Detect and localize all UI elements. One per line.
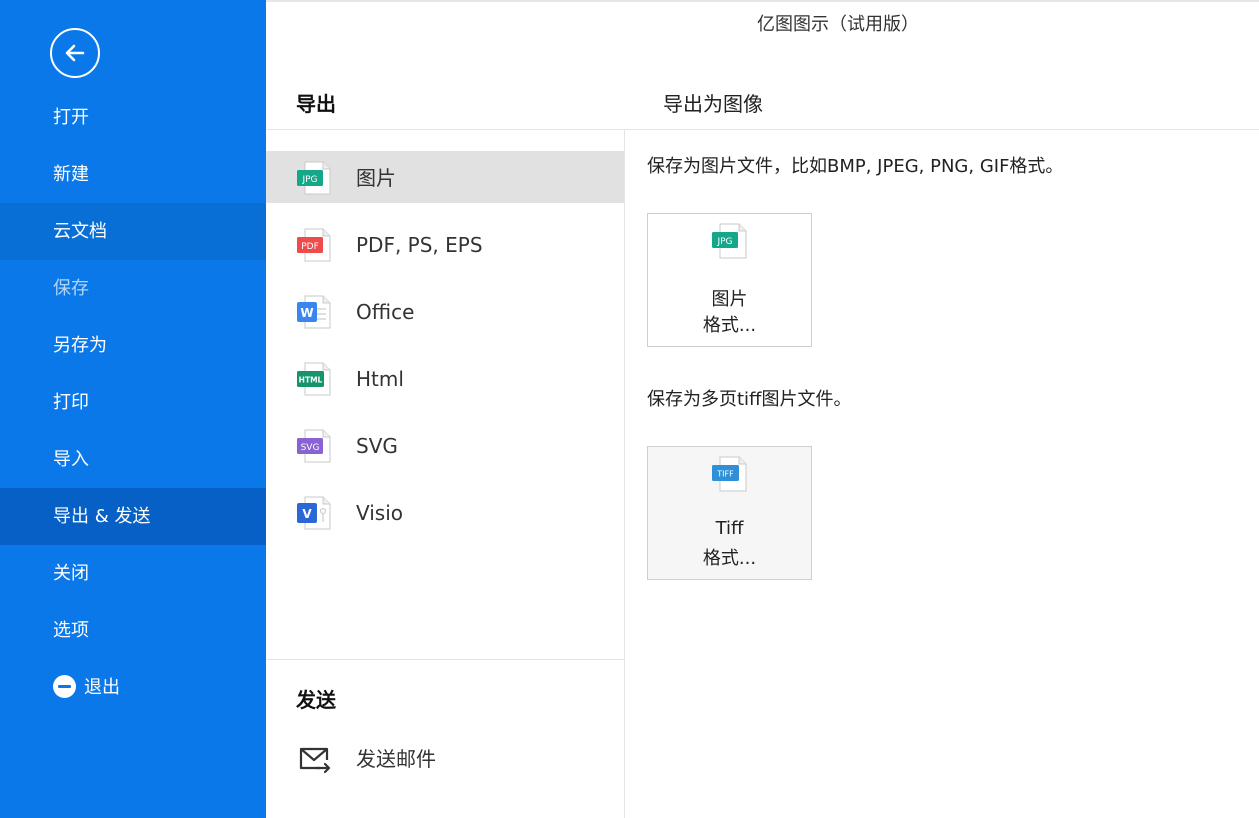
visio-badge: V xyxy=(302,507,312,521)
jpg-badge: JPG xyxy=(716,237,732,247)
tiff-format-button[interactable]: TIFF Tiff 格式... xyxy=(647,446,812,580)
html-file-icon: HTML xyxy=(297,362,331,396)
card-title: Tiff xyxy=(715,518,744,539)
pdf-badge: PDF xyxy=(301,242,319,252)
sidebar-item-save-as[interactable]: 另存为 xyxy=(0,317,266,374)
panel-title: 导出为图像 xyxy=(663,92,763,116)
send-section-title: 发送 xyxy=(296,688,336,712)
format-item-visio[interactable]: V Visio xyxy=(266,486,624,538)
jpg-file-icon: JPG xyxy=(297,161,331,195)
sidebar-item-label: 打开 xyxy=(53,107,89,128)
sidebar-item-print[interactable]: 打印 xyxy=(0,374,266,431)
sidebar-menu: 打开 新建 云文档 保存 另存为 打印 导入 导出 & 发送 关闭 选项 退出 xyxy=(0,89,266,716)
image-format-button[interactable]: JPG 图片 格式... xyxy=(647,213,812,347)
format-label: 图片 xyxy=(356,166,396,190)
sidebar-item-label: 导出 & 发送 xyxy=(53,506,151,527)
minus-circle-icon xyxy=(53,674,76,698)
sidebar-item-exit[interactable]: 退出 xyxy=(0,659,266,716)
top-border xyxy=(266,0,1259,2)
image-description: 保存为图片文件，比如BMP, JPEG, PNG, GIF格式。 xyxy=(647,156,1064,177)
header-divider xyxy=(266,129,1259,130)
mail-send-icon xyxy=(299,747,331,774)
svg-badge: SVG xyxy=(301,443,320,453)
sidebar-item-label: 打印 xyxy=(53,392,89,413)
sidebar-item-label: 新建 xyxy=(53,164,89,185)
sidebar-item-label: 云文档 xyxy=(53,221,107,242)
word-file-icon: W xyxy=(297,295,331,329)
tiff-description: 保存为多页tiff图片文件。 xyxy=(647,389,852,410)
format-item-html[interactable]: HTML Html xyxy=(266,352,624,404)
export-section-title: 导出 xyxy=(296,92,336,116)
app-title: 亿图图示（试用版） xyxy=(757,14,919,35)
sidebar-item-export-send[interactable]: 导出 & 发送 xyxy=(0,488,266,545)
format-label: PDF, PS, EPS xyxy=(356,233,483,257)
column-divider xyxy=(624,129,625,818)
sidebar-item-save: 保存 xyxy=(0,260,266,317)
sidebar-item-cloud-docs[interactable]: 云文档 xyxy=(0,203,266,260)
format-item-image[interactable]: JPG 图片 xyxy=(266,151,624,203)
html-badge: HTML xyxy=(299,376,323,385)
send-email-label: 发送邮件 xyxy=(356,747,436,771)
sidebar-item-label: 关闭 xyxy=(53,563,89,584)
pdf-file-icon: PDF xyxy=(297,228,331,262)
sidebar-item-import[interactable]: 导入 xyxy=(0,431,266,488)
format-label: Html xyxy=(356,367,404,391)
format-item-svg[interactable]: SVG SVG xyxy=(266,419,624,471)
svg-file-icon: SVG xyxy=(297,429,331,463)
sidebar-item-label: 保存 xyxy=(53,278,89,299)
sidebar-item-new[interactable]: 新建 xyxy=(0,146,266,203)
back-button[interactable] xyxy=(50,28,100,78)
sidebar: 打开 新建 云文档 保存 另存为 打印 导入 导出 & 发送 关闭 选项 退出 xyxy=(0,0,266,818)
tiff-badge: TIFF xyxy=(716,470,734,479)
send-email-item[interactable]: 发送邮件 xyxy=(266,735,624,785)
card-subtitle: 格式... xyxy=(702,315,757,336)
sidebar-item-options[interactable]: 选项 xyxy=(0,602,266,659)
jpg-badge: JPG xyxy=(301,175,317,185)
format-item-pdf[interactable]: PDF PDF, PS, EPS xyxy=(266,218,624,270)
export-format-list: JPG 图片 PDF PDF, PS, EPS W Office HTML Ht… xyxy=(266,151,624,553)
format-label: SVG xyxy=(356,434,398,458)
sidebar-item-label: 导入 xyxy=(53,449,89,470)
sidebar-item-label: 退出 xyxy=(84,677,120,698)
send-divider xyxy=(266,659,624,660)
tiff-file-icon: TIFF xyxy=(712,456,747,492)
visio-file-icon: V xyxy=(297,496,331,530)
card-subtitle: 格式... xyxy=(702,548,757,569)
back-arrow-icon xyxy=(65,44,85,62)
format-item-office[interactable]: W Office xyxy=(266,285,624,337)
sidebar-item-label: 选项 xyxy=(53,620,89,641)
sidebar-item-label: 另存为 xyxy=(53,335,107,356)
format-label: Visio xyxy=(356,501,404,525)
word-badge: W xyxy=(300,306,313,320)
sidebar-item-close[interactable]: 关闭 xyxy=(0,545,266,602)
card-title: 图片 xyxy=(711,289,748,310)
sidebar-item-open[interactable]: 打开 xyxy=(0,89,266,146)
format-label: Office xyxy=(356,300,415,324)
jpg-file-icon: JPG xyxy=(712,223,747,259)
